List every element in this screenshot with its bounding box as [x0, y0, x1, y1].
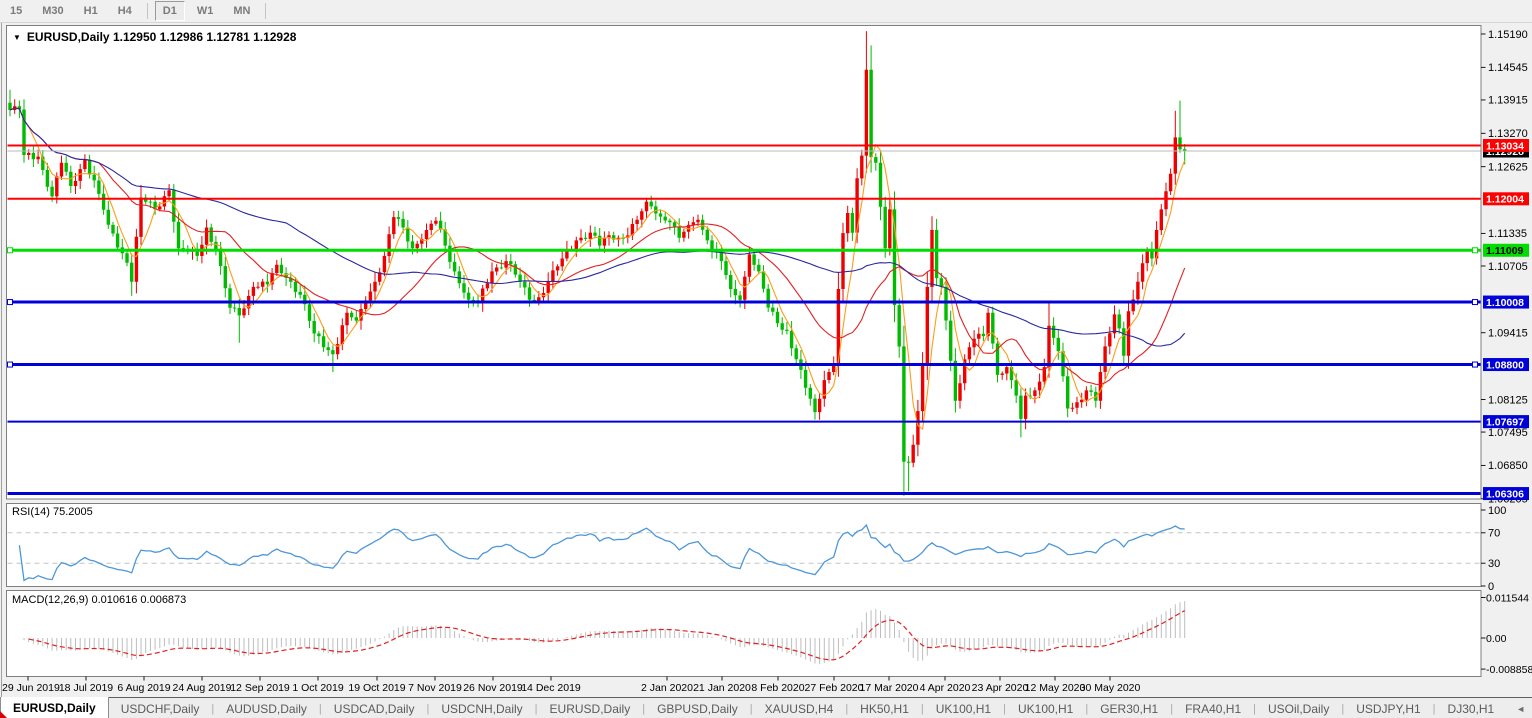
svg-text:1.13270: 1.13270	[1488, 128, 1528, 140]
trading-terminal-window: 15M30H1H4D1W1MN 1.151901.145451.139151.1…	[0, 0, 1532, 718]
svg-text:1.10008: 1.10008	[1486, 297, 1524, 309]
pane-borders	[2, 23, 1482, 697]
macd-indicator-label: MACD(12,26,9) 0.010616 0.006873	[12, 594, 186, 606]
hline-handle[interactable]	[1473, 300, 1478, 305]
chart-tab-bar: EURUSD,DailyUSDCHF,Daily|AUDUSD,Daily|US…	[0, 697, 1532, 718]
svg-text:17 Mar 2020: 17 Mar 2020	[860, 682, 919, 694]
tab-scroll-indicator-icon	[0, 711, 8, 718]
price-badge-1.13034: 1.13034	[1483, 139, 1529, 152]
svg-text:1.06306: 1.06306	[1486, 488, 1524, 500]
svg-text:12 May 2020: 12 May 2020	[1025, 682, 1086, 694]
chart-tab-uk100-h1[interactable]: UK100,H1	[924, 698, 1003, 718]
chart-tab-eurusd-daily[interactable]: EURUSD,Daily	[538, 698, 643, 718]
tab-scroll-left-icon[interactable]: ◄	[1516, 704, 1525, 714]
svg-text:1.07697: 1.07697	[1486, 416, 1524, 428]
svg-text:4 Apr 2020: 4 Apr 2020	[920, 682, 971, 694]
price-badge-1.06306: 1.06306	[1483, 487, 1529, 500]
svg-text:8 Feb 2020: 8 Feb 2020	[751, 682, 804, 694]
svg-text:2 Jan 2020: 2 Jan 2020	[641, 682, 693, 694]
svg-text:23 Apr 2020: 23 Apr 2020	[972, 682, 1029, 694]
chart-tab-gbpusd-daily[interactable]: GBPUSD,Daily	[645, 698, 750, 718]
hline-handle[interactable]	[8, 300, 13, 305]
svg-text:1.11335: 1.11335	[1488, 228, 1527, 240]
svg-text:24 Aug 2019: 24 Aug 2019	[173, 682, 232, 694]
price-axis: 1.15190 1.14545 1.13915 1.13270 1.12625 1.113…	[1481, 29, 1529, 506]
chart-tab-ger30-h1[interactable]: GER30,H1	[1088, 698, 1170, 718]
date-axis: 29 Jun 201918 Jul 2019 6 Aug 201924 Aug 2…	[2, 677, 1141, 695]
chart-tab-usoil-daily[interactable]: USOil,Daily	[1256, 698, 1341, 718]
hline-handle[interactable]	[1473, 362, 1478, 367]
svg-text:6 Aug 2019: 6 Aug 2019	[117, 682, 170, 694]
svg-text:1.08800: 1.08800	[1486, 359, 1524, 371]
svg-text:30 May 2020: 30 May 2020	[1080, 682, 1141, 694]
chart-tab-eurusd-daily[interactable]: EURUSD,Daily	[0, 697, 109, 718]
chart-title: ▼ EURUSD,Daily 1.12950 1.12986 1.12781 1.…	[13, 30, 296, 44]
price-badge-1.07697: 1.07697	[1483, 415, 1529, 428]
svg-text:29 Jun 2019: 29 Jun 2019	[2, 682, 60, 694]
svg-text:70: 70	[1488, 528, 1500, 540]
svg-text:14 Dec 2019: 14 Dec 2019	[521, 682, 581, 694]
chart-tab-usdcad-daily[interactable]: USDCAD,Daily	[322, 698, 427, 718]
svg-text:18 Jul 2019: 18 Jul 2019	[59, 682, 113, 694]
svg-text:1.10705: 1.10705	[1488, 261, 1528, 273]
svg-text:1.13915: 1.13915	[1488, 95, 1528, 107]
price-badge-1.08800: 1.08800	[1483, 358, 1529, 371]
chart-tab-hk50-h1[interactable]: HK50,H1	[848, 698, 921, 718]
chart-tab-xauusd-h4[interactable]: XAUUSD,H4	[753, 698, 846, 718]
svg-text:19 Oct 2019: 19 Oct 2019	[348, 682, 405, 694]
svg-text:1.12004: 1.12004	[1486, 194, 1524, 206]
hline-handle[interactable]	[8, 362, 13, 367]
macd-axis: 0.011544 0.00 -0.008858	[1481, 592, 1532, 676]
hline-handle[interactable]	[8, 248, 13, 253]
svg-text:1.15190: 1.15190	[1488, 29, 1528, 41]
svg-text:1.12625: 1.12625	[1488, 161, 1528, 173]
svg-text:21 Jan 2020: 21 Jan 2020	[693, 682, 751, 694]
chart-tab-audusd-daily[interactable]: AUDUSD,Daily	[214, 698, 319, 718]
svg-text:100: 100	[1488, 505, 1506, 517]
chart-canvas[interactable]: 1.15190 1.14545 1.13915 1.13270 1.12625 1.113…	[0, 0, 1532, 697]
chart-tab-uk100-h1[interactable]: UK100,H1	[1006, 698, 1085, 718]
price-badge-1.10008: 1.10008	[1483, 296, 1529, 309]
chart-tab-dj30-h1[interactable]: DJ30,H1	[1436, 698, 1507, 718]
svg-text:0: 0	[1488, 581, 1494, 593]
svg-text:26 Nov 2019: 26 Nov 2019	[463, 682, 523, 694]
tab-scroll-arrows: ◄►	[1506, 698, 1532, 718]
price-badge-1.12004: 1.12004	[1483, 192, 1529, 205]
chart-tab-fra40-h1[interactable]: FRA40,H1	[1173, 698, 1253, 718]
svg-text:1.06850: 1.06850	[1488, 460, 1528, 472]
collapse-triangle-icon[interactable]: ▼	[13, 33, 21, 42]
chart-tab-usdcnh-daily[interactable]: USDCNH,Daily	[429, 698, 534, 718]
rsi-indicator-label: RSI(14) 75.2005	[12, 506, 93, 518]
svg-text:1.07495: 1.07495	[1488, 427, 1528, 439]
svg-text:30: 30	[1488, 558, 1500, 570]
svg-text:7 Nov 2019: 7 Nov 2019	[408, 682, 462, 694]
svg-text:1.08125: 1.08125	[1488, 394, 1528, 406]
svg-text:0.00: 0.00	[1486, 633, 1507, 645]
svg-text:27 Feb 2020: 27 Feb 2020	[805, 682, 864, 694]
chart-title-text: EURUSD,Daily 1.12950 1.12986 1.12781 1.1…	[27, 30, 297, 44]
svg-text:1.14545: 1.14545	[1488, 62, 1528, 74]
svg-text:0.011544: 0.011544	[1486, 592, 1529, 604]
rsi-axis: 100 70 30 0	[1481, 505, 1506, 593]
price-badge-1.11009: 1.11009	[1483, 244, 1529, 257]
chart-tab-usdjpy-h1[interactable]: USDJPY,H1	[1344, 698, 1432, 718]
svg-text:12 Sep 2019: 12 Sep 2019	[230, 682, 290, 694]
svg-text:-0.008858: -0.008858	[1486, 664, 1532, 676]
svg-text:1.11009: 1.11009	[1486, 245, 1524, 257]
chart-tab-usdchf-daily[interactable]: USDCHF,Daily	[109, 698, 212, 718]
svg-text:1.09415: 1.09415	[1488, 328, 1528, 340]
svg-text:1 Oct 2019: 1 Oct 2019	[292, 682, 344, 694]
hline-handle[interactable]	[1473, 248, 1478, 253]
svg-text:1.13034: 1.13034	[1486, 140, 1524, 152]
